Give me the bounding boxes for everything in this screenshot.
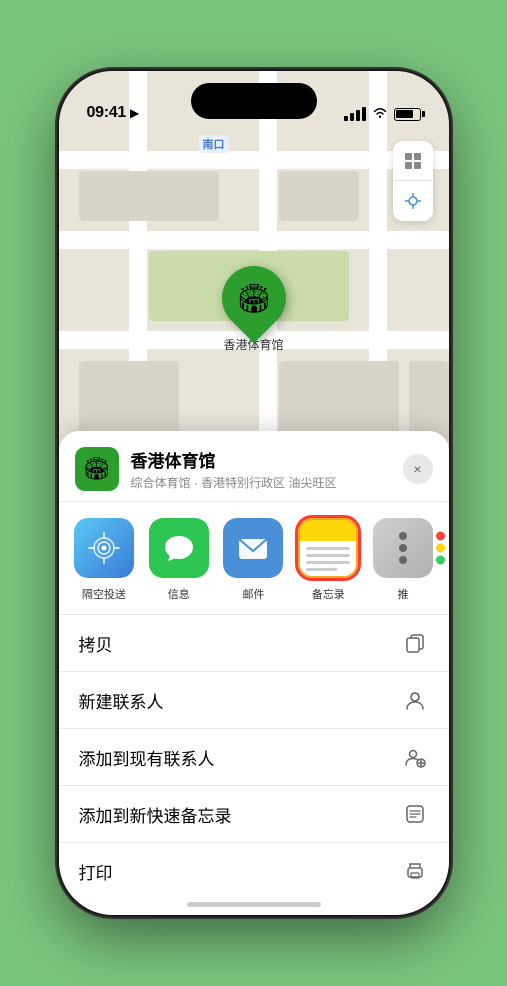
more-label: 推 [398, 586, 409, 602]
status-icons [344, 106, 421, 122]
action-new-contact[interactable]: 新建联系人 [59, 672, 449, 729]
new-contact-label: 新建联系人 [79, 688, 401, 713]
new-contact-icon [401, 686, 429, 714]
side-dots [436, 532, 445, 565]
map-controls [393, 141, 433, 221]
wifi-icon [372, 106, 388, 122]
copy-label: 拷贝 [79, 631, 401, 656]
print-icon [401, 857, 429, 885]
battery-icon [394, 108, 421, 121]
more-icon [373, 518, 433, 578]
location-pin: 🏟 香港体育馆 [222, 266, 286, 353]
mail-icon [223, 518, 283, 578]
home-indicator [187, 902, 321, 907]
location-arrow-icon: ▶ [130, 106, 139, 120]
battery-fill [396, 110, 413, 118]
bottom-sheet: 🏟 香港体育馆 综合体育馆 · 香港特别行政区 油尖旺区 × [59, 431, 449, 915]
close-button[interactable]: × [403, 454, 433, 484]
map-block [79, 361, 179, 441]
dynamic-island [191, 83, 317, 119]
pin-icon: 🏟 [236, 282, 272, 315]
map-block [79, 171, 219, 221]
add-existing-label: 添加到现有联系人 [79, 745, 401, 770]
action-add-existing[interactable]: 添加到现有联系人 [59, 729, 449, 786]
map-block [279, 361, 399, 441]
signal-bars [344, 107, 366, 121]
notes-icon [298, 518, 358, 578]
signal-bar-2 [350, 113, 354, 121]
venue-info: 香港体育馆 综合体育馆 · 香港特别行政区 油尖旺区 [131, 447, 403, 491]
pin-circle: 🏟 [208, 253, 299, 344]
map-block [279, 171, 359, 221]
airdrop-label: 隔空投送 [82, 586, 126, 602]
action-copy[interactable]: 拷贝 [59, 615, 449, 672]
map-label: 南口 [199, 135, 229, 153]
phone-screen: 09:41 ▶ [59, 71, 449, 915]
messages-label: 信息 [168, 586, 190, 602]
venue-icon: 🏟 [75, 447, 119, 491]
airdrop-icon [74, 518, 134, 578]
action-list: 拷贝 新建联系人 [59, 615, 449, 915]
share-row: 隔空投送 信息 [59, 502, 449, 615]
share-item-airdrop[interactable]: 隔空投送 [67, 518, 142, 602]
venue-name: 香港体育馆 [131, 447, 403, 472]
add-existing-icon [401, 743, 429, 771]
notes-label: 备忘录 [312, 586, 345, 602]
signal-bar-3 [356, 110, 360, 121]
quick-note-icon [401, 800, 429, 828]
map-road [59, 231, 449, 249]
messages-icon [149, 518, 209, 578]
quick-note-label: 添加到新快速备忘录 [79, 802, 401, 827]
copy-icon [401, 629, 429, 657]
share-item-mail[interactable]: 邮件 [216, 518, 291, 602]
signal-bar-4 [362, 107, 366, 121]
signal-bar-1 [344, 116, 348, 121]
map-type-button[interactable] [393, 141, 433, 181]
mail-label: 邮件 [242, 586, 264, 602]
share-item-more[interactable]: 推 [366, 518, 441, 602]
share-item-messages[interactable]: 信息 [141, 518, 216, 602]
venue-subtitle: 综合体育馆 · 香港特别行政区 油尖旺区 [131, 474, 403, 491]
sheet-header: 🏟 香港体育馆 综合体育馆 · 香港特别行政区 油尖旺区 × [59, 431, 449, 502]
phone-frame: 09:41 ▶ [59, 71, 449, 915]
action-quick-note[interactable]: 添加到新快速备忘录 [59, 786, 449, 843]
map-block [409, 361, 449, 441]
share-item-notes[interactable]: 备忘录 [291, 518, 366, 602]
map-road [59, 151, 449, 169]
status-time: 09:41 [87, 104, 126, 122]
print-label: 打印 [79, 859, 401, 884]
location-button[interactable] [393, 181, 433, 221]
